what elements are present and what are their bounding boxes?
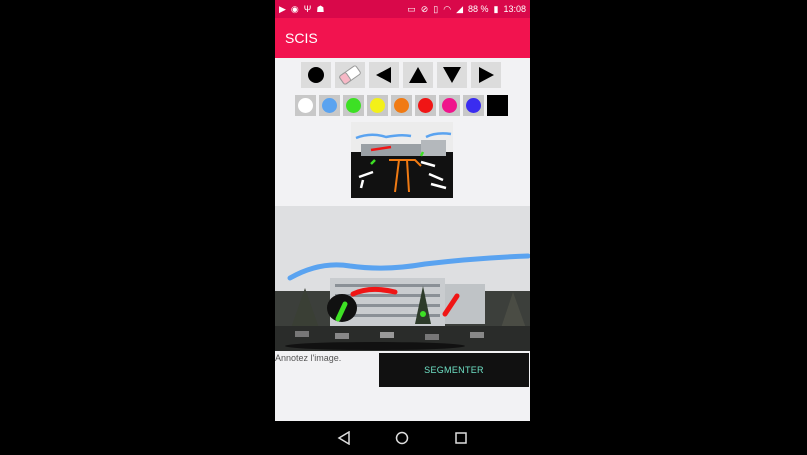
cast-icon: ▭ (407, 3, 416, 14)
battery-percentage: 88 % (468, 4, 489, 14)
arrow-right-icon (479, 67, 494, 83)
brush-tool-button[interactable] (301, 62, 331, 88)
arrow-down-icon (443, 67, 461, 83)
color-dot (442, 98, 457, 113)
color-dot (346, 98, 361, 113)
android-icon: ☗ (316, 3, 325, 14)
move-left-button[interactable] (369, 62, 399, 88)
color-swatch-white[interactable] (295, 95, 316, 116)
battery-icon: ▮ (493, 3, 499, 14)
arrow-up-icon (409, 67, 427, 83)
annotation-canvas[interactable] (275, 206, 530, 351)
color-swatch-black[interactable] (487, 95, 508, 116)
move-up-button[interactable] (403, 62, 433, 88)
color-swatch-pink[interactable] (439, 95, 460, 116)
camera-icon: ◉ (290, 3, 299, 14)
color-swatch-green[interactable] (343, 95, 364, 116)
annotation-hint: Annotez l'image. (275, 353, 342, 363)
move-down-button[interactable] (437, 62, 467, 88)
brush-dot-icon (308, 67, 324, 83)
recents-icon[interactable] (454, 431, 468, 445)
app-bar: SCIS (275, 18, 530, 58)
wifi-icon: ◠ (443, 3, 452, 14)
color-dot (370, 98, 385, 113)
status-bar: ▶ ◉ Ψ ☗ ▭ ⊘ ▯ ◠ ◢ 88 % ▮ 13:08 (275, 0, 530, 18)
color-swatch-blue[interactable] (319, 95, 340, 116)
segment-button[interactable]: SEGMENTER (379, 353, 529, 387)
move-right-button[interactable] (471, 62, 501, 88)
color-dot (466, 98, 481, 113)
tool-row (301, 62, 501, 88)
signal-icon: ◢ (456, 3, 463, 14)
color-swatch-indigo[interactable] (463, 95, 484, 116)
clock: 13:08 (503, 4, 526, 14)
arrow-left-icon (376, 67, 391, 83)
back-icon[interactable] (337, 431, 351, 445)
color-palette (295, 95, 508, 116)
color-swatch-red[interactable] (415, 95, 436, 116)
home-icon[interactable] (395, 431, 409, 445)
color-dot (418, 98, 433, 113)
video-icon: ▶ (279, 3, 286, 14)
phone-screen: ▶ ◉ Ψ ☗ ▭ ⊘ ▯ ◠ ◢ 88 % ▮ 13:08 SCIS Anno… (275, 0, 530, 455)
color-swatch-orange[interactable] (391, 95, 412, 116)
color-dot (394, 98, 409, 113)
color-swatch-yellow[interactable] (367, 95, 388, 116)
eraser-tool-button[interactable] (335, 62, 365, 88)
color-dot (298, 98, 313, 113)
navigation-bar (275, 421, 530, 455)
do-not-disturb-icon: ⊘ (420, 3, 429, 14)
eraser-icon (339, 65, 361, 85)
app-title: SCIS (285, 30, 318, 46)
color-dot (322, 98, 337, 113)
vibrate-icon: ▯ (433, 3, 439, 14)
segmentation-preview (351, 122, 453, 198)
usb-icon: Ψ (303, 3, 312, 14)
